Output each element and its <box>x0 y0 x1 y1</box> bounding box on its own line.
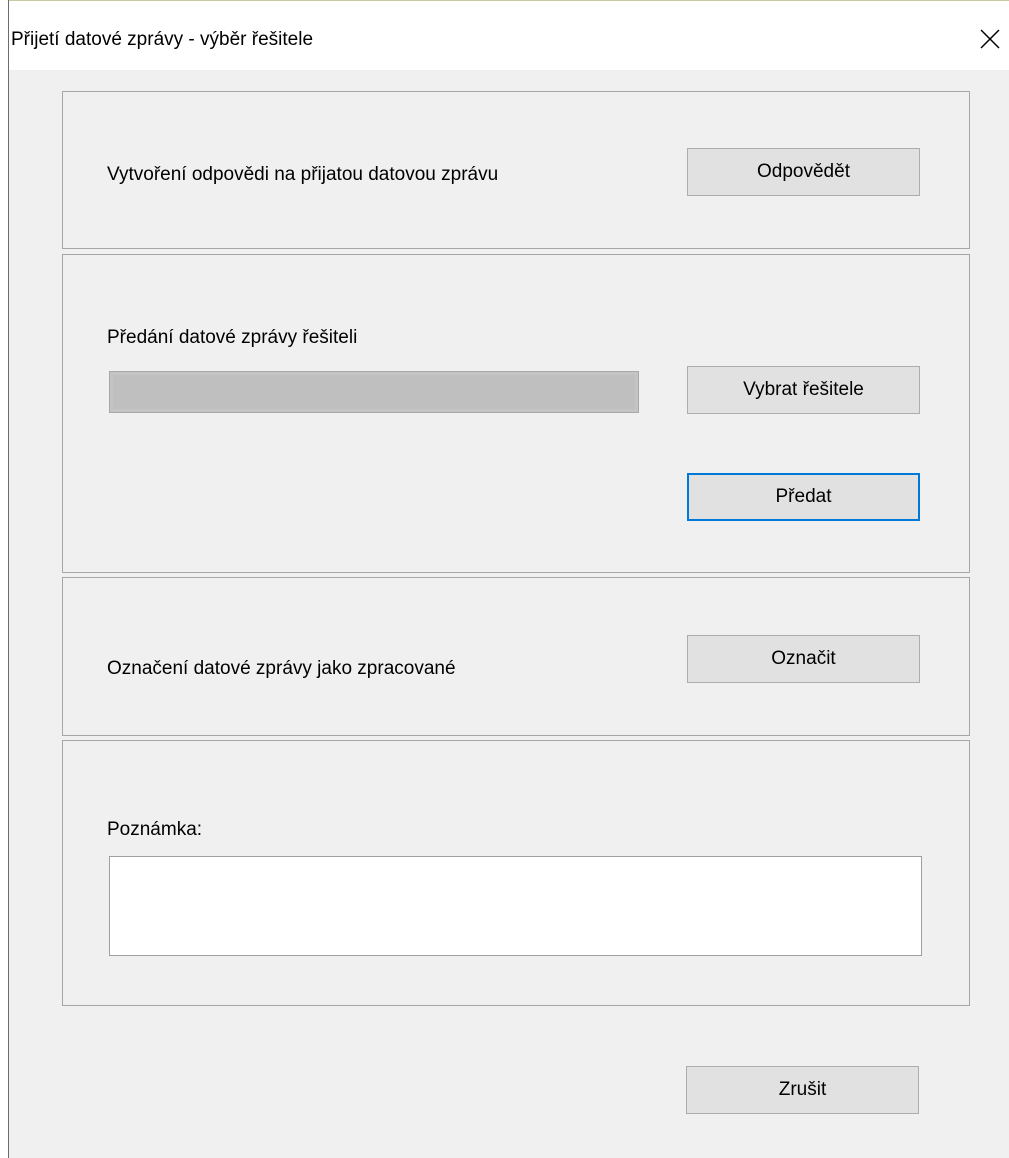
title-bar: Přijetí datové zprávy - výběr řešitele <box>9 0 1009 70</box>
reply-group: Vytvoření odpovědi na přijatou datovou z… <box>62 91 970 249</box>
reply-label: Vytvoření odpovědi na přijatou datovou z… <box>107 164 499 185</box>
forward-button[interactable]: Předat <box>687 473 920 521</box>
mark-processed-button[interactable]: Označit <box>687 635 920 683</box>
reply-button[interactable]: Odpovědět <box>687 148 920 196</box>
note-group: Poznámka: <box>62 740 970 1006</box>
close-button[interactable] <box>970 21 1009 57</box>
close-icon <box>980 29 1000 49</box>
solver-field <box>109 371 639 413</box>
forward-label: Předání datové zprávy řešiteli <box>107 327 358 348</box>
forward-group: Předání datové zprávy řešiteli Vybrat ře… <box>62 254 970 573</box>
choose-solver-button[interactable]: Vybrat řešitele <box>687 366 920 414</box>
mark-group: Označení datové zprávy jako zpracované O… <box>62 577 970 736</box>
note-input[interactable] <box>109 856 922 956</box>
mark-label: Označení datové zprávy jako zpracované <box>107 658 456 679</box>
note-label: Poznámka: <box>107 819 203 840</box>
cancel-button[interactable]: Zrušit <box>686 1066 919 1114</box>
dialog-window: Přijetí datové zprávy - výběr řešitele V… <box>8 0 1009 1158</box>
dialog-title: Přijetí datové zprávy - výběr řešitele <box>11 29 314 50</box>
solver-value <box>113 375 635 409</box>
